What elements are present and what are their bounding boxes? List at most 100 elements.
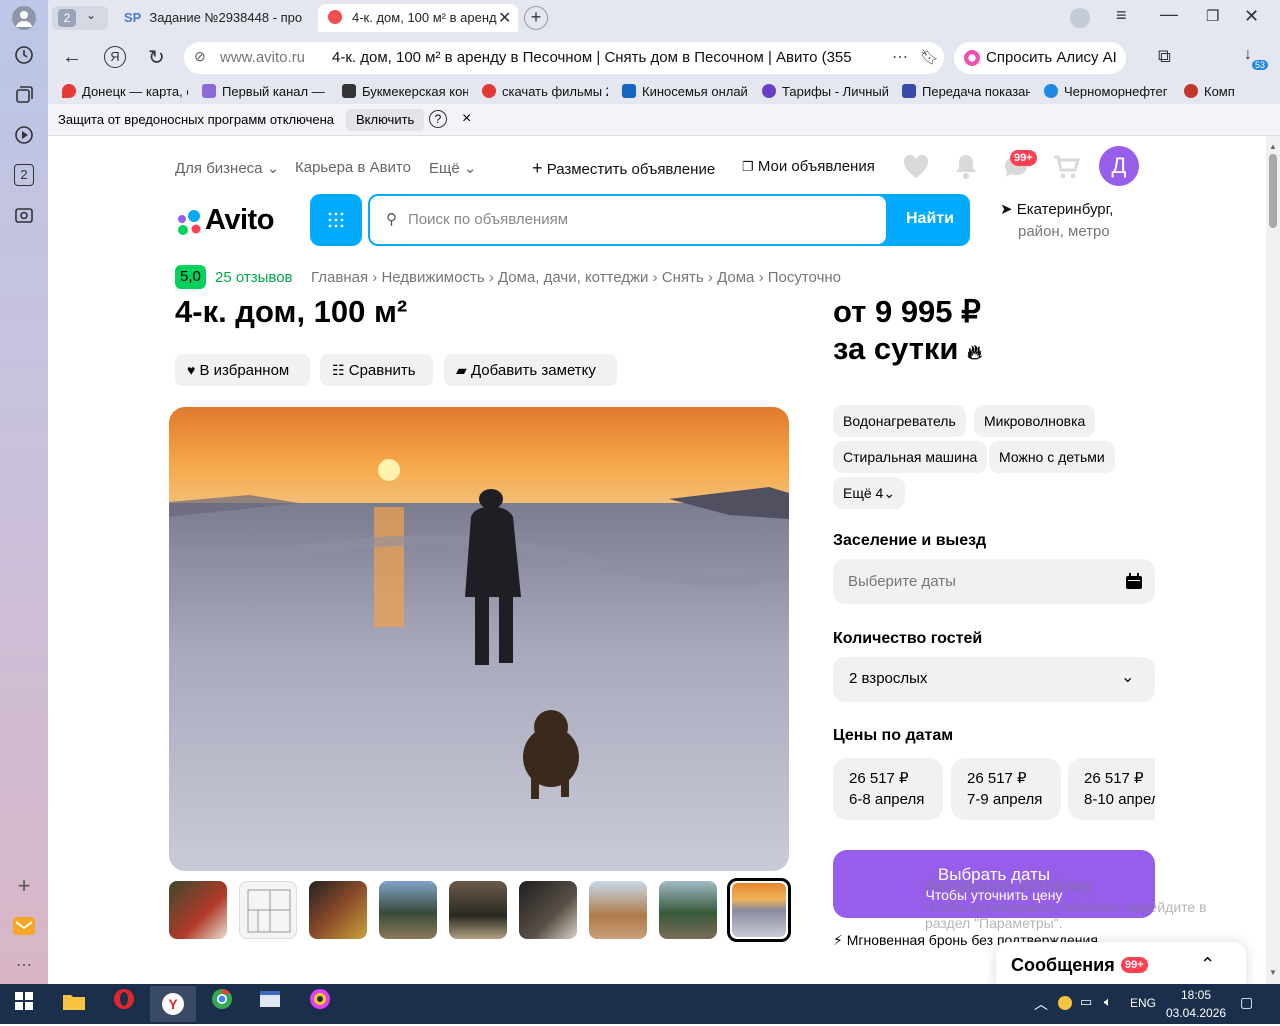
tray-chevron-up-icon[interactable]: ︿ xyxy=(1034,994,1048,1014)
more-panels-icon[interactable]: ⋯ xyxy=(12,954,36,978)
location-subtitle[interactable]: район, метро xyxy=(1018,223,1110,240)
price-date-card[interactable]: 26 517 ₽7-9 апреля xyxy=(951,758,1061,820)
bookmark-item[interactable]: скачать фильмы 2 xyxy=(482,83,608,101)
clock-time[interactable]: 18:05 xyxy=(1181,988,1211,1002)
notifications-bell-icon[interactable] xyxy=(954,152,978,185)
breadcrumb-item[interactable]: Снять xyxy=(662,269,704,286)
language-indicator[interactable]: ENG xyxy=(1130,996,1156,1010)
clock-date[interactable]: 03.04.2026 xyxy=(1166,1006,1226,1020)
menu-icon[interactable]: ≡ xyxy=(1116,5,1127,26)
tray-app-icon[interactable] xyxy=(1058,996,1072,1010)
guests-select[interactable]: 2 взрослых ⌄ xyxy=(833,657,1155,702)
photo-thumbnail[interactable] xyxy=(379,881,437,939)
back-icon[interactable]: ← xyxy=(62,46,82,69)
avito-logo[interactable]: Avito xyxy=(175,204,285,236)
bookmark-item[interactable]: Черноморнефтег xyxy=(1044,83,1170,101)
account-icon[interactable] xyxy=(1070,8,1090,28)
bookmark-item[interactable]: Тарифы - Личный xyxy=(762,83,888,101)
post-ad-link[interactable]: + Разместить объявление xyxy=(532,158,715,179)
close-tab-icon[interactable]: ✕ xyxy=(498,8,511,28)
more-amenities-button[interactable]: Ещё 4⌄ xyxy=(833,477,906,509)
nav-more[interactable]: Ещё ⌄ xyxy=(429,159,476,177)
collections-icon[interactable] xyxy=(12,84,36,108)
media-play-icon[interactable] xyxy=(12,124,36,148)
app-window-icon[interactable] xyxy=(252,988,288,1020)
bookmark-icon[interactable]: 🔖︎ xyxy=(920,48,939,66)
screenshot-icon[interactable] xyxy=(12,204,36,228)
categories-button[interactable] xyxy=(310,194,362,246)
network-icon[interactable]: ▭ xyxy=(1080,994,1092,1010)
downloads-icon[interactable]: ↓ xyxy=(1244,46,1252,64)
file-explorer-icon[interactable] xyxy=(56,988,92,1020)
breadcrumb-item[interactable]: Посуточно xyxy=(768,269,841,286)
history-icon[interactable] xyxy=(12,44,36,68)
page-scrollbar[interactable]: ▲ ▼ xyxy=(1266,136,1280,984)
add-note-button[interactable]: ▰ Добавить заметку xyxy=(444,354,617,386)
tab-count-badge[interactable]: 2 xyxy=(14,164,34,186)
price-date-card[interactable]: 26 517 ₽8-10 апреля xyxy=(1068,758,1155,820)
photo-thumbnail[interactable] xyxy=(519,881,577,939)
photo-thumbnail[interactable] xyxy=(309,881,367,939)
minimize-icon[interactable]: — xyxy=(1160,4,1178,25)
search-button[interactable]: Найти xyxy=(906,210,954,228)
bookmark-item[interactable]: Первый канал — с xyxy=(202,83,328,101)
reviews-link[interactable]: 25 отзывов xyxy=(215,269,293,286)
translate-icon[interactable]: ⧉ xyxy=(1158,46,1171,67)
bookmark-item[interactable]: Донецк — карта, с xyxy=(62,83,188,101)
scroll-up-icon[interactable]: ▲ xyxy=(1269,142,1277,151)
add-panel-icon[interactable]: + xyxy=(12,874,36,898)
price-date-card[interactable]: 26 517 ₽6-8 апреля xyxy=(833,758,943,820)
nav-career[interactable]: Карьера в Авито xyxy=(295,159,411,176)
favorites-heart-icon[interactable] xyxy=(902,154,930,185)
enable-protection-button[interactable]: Включить xyxy=(346,109,425,131)
compare-button[interactable]: ☷ Сравнить xyxy=(320,354,433,386)
bookmark-item[interactable]: Передача показан xyxy=(902,83,1030,101)
photo-thumbnail-selected[interactable] xyxy=(727,878,791,942)
photo-thumbnail[interactable] xyxy=(449,881,507,939)
windows-start-icon[interactable] xyxy=(6,988,42,1020)
scrollbar-thumb[interactable] xyxy=(1269,154,1277,228)
bookmark-item[interactable]: Комп xyxy=(1184,83,1254,101)
location-selector[interactable]: ➤ Екатеринбург, xyxy=(1000,200,1113,218)
reload-icon[interactable]: ↻ xyxy=(148,45,165,70)
photo-thumbnail[interactable] xyxy=(659,881,717,939)
site-info-icon[interactable]: ⊘ xyxy=(194,48,206,65)
close-warning-icon[interactable]: × xyxy=(462,110,471,128)
address-bar[interactable]: ⊘ www.avito.ru 4-к. дом, 100 м² в аренду… xyxy=(184,42,944,74)
photo-thumbnail[interactable] xyxy=(589,881,647,939)
color-app-icon[interactable] xyxy=(302,988,338,1020)
yandex-browser-taskbar-icon[interactable]: Y xyxy=(150,986,196,1022)
dates-input[interactable]: Выберите даты xyxy=(833,559,1155,604)
my-ads-link[interactable]: ❐ Мои объявления xyxy=(742,158,875,175)
bookmark-item[interactable]: Букмекерская кон xyxy=(342,83,468,101)
profile-icon[interactable] xyxy=(12,6,36,30)
new-tab-button[interactable]: + xyxy=(524,6,548,30)
breadcrumb-item[interactable]: Главная xyxy=(311,269,368,286)
messages-panel[interactable]: Сообщения 99+ ⌄ xyxy=(996,942,1246,984)
chrome-icon[interactable] xyxy=(204,988,240,1020)
yandex-icon[interactable]: Я xyxy=(104,46,126,68)
nav-for-business[interactable]: Для бизнеса ⌄ xyxy=(175,159,279,177)
chevron-up-icon[interactable]: ⌄ xyxy=(1200,952,1215,973)
scroll-down-icon[interactable]: ▼ xyxy=(1269,968,1277,977)
photo-thumbnail[interactable] xyxy=(239,881,297,939)
opera-icon[interactable] xyxy=(106,988,142,1020)
more-icon[interactable]: ⋯ xyxy=(892,47,908,67)
alice-button[interactable]: Спросить Алису AI xyxy=(954,42,1126,74)
restore-icon[interactable]: ❐ xyxy=(1206,7,1219,25)
bookmark-item[interactable]: Киносемья онлай xyxy=(622,83,748,101)
favorite-button[interactable]: ♥ В избранном xyxy=(175,354,310,386)
main-photo[interactable] xyxy=(169,407,789,871)
search-input[interactable]: ⚲ Поиск по объявлениям xyxy=(370,196,886,244)
breadcrumb-item[interactable]: Дома xyxy=(717,269,754,286)
breadcrumb-item[interactable]: Недвижимость xyxy=(381,269,484,286)
mail-icon[interactable] xyxy=(12,914,36,938)
tab-group-button[interactable]: 2 ⌄ xyxy=(52,6,108,30)
photo-thumbnail[interactable] xyxy=(169,881,227,939)
help-icon[interactable]: ? xyxy=(429,110,447,128)
user-avatar[interactable]: Д xyxy=(1099,146,1139,186)
tab-avito[interactable]: 4-к. дом, 100 м² в аренд xyxy=(318,4,518,32)
breadcrumb-item[interactable]: Дома, дачи, коттеджи xyxy=(498,269,648,286)
tab-task[interactable]: SP Задание №2938448 - про xyxy=(124,4,312,32)
volume-icon[interactable]: 🔈︎ xyxy=(1104,994,1112,1010)
